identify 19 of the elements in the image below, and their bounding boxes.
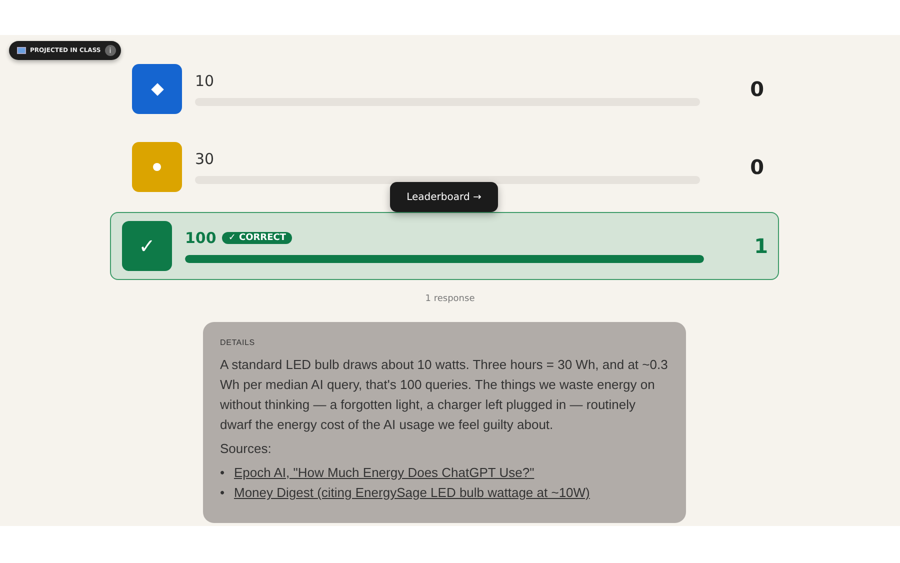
sources-label: Sources:	[220, 440, 272, 458]
source-link[interactable]: Epoch AI, "How Much Energy Does ChatGPT Use?"	[234, 465, 534, 480]
source-link[interactable]: Money Digest (citing EnergySage LED bulb wattage at ~10W)	[234, 485, 590, 500]
circle-icon	[153, 163, 161, 171]
leaderboard-button[interactable]: Leaderboard →	[390, 182, 498, 212]
answer-label: 100	[185, 229, 216, 247]
answer-label: 30	[195, 150, 214, 168]
response-count: 1 response	[424, 294, 476, 304]
bullet: •	[220, 484, 226, 502]
details-text: A standard LED bulb draws about 10 watts. Three hours = 30 Wh, and at ~0.3 Wh per median AI query, that's 100 queries. The things we waste energy on without thinking — a forgotten light, a charger left plugged in — routinely dwarf the energy cost of the AI usage we feel guilty about.	[220, 356, 669, 434]
bullet: •	[220, 464, 226, 482]
answer-count: 1	[753, 234, 768, 258]
details-heading: DETAILS	[220, 338, 256, 347]
answer-label: 10	[195, 72, 214, 90]
answer-count: 0	[749, 155, 764, 179]
check-icon: ✓	[138, 234, 156, 258]
correct-tag: ✓ CORRECT	[222, 232, 292, 244]
answer-count: 0	[749, 77, 764, 101]
screen-icon	[17, 47, 26, 54]
